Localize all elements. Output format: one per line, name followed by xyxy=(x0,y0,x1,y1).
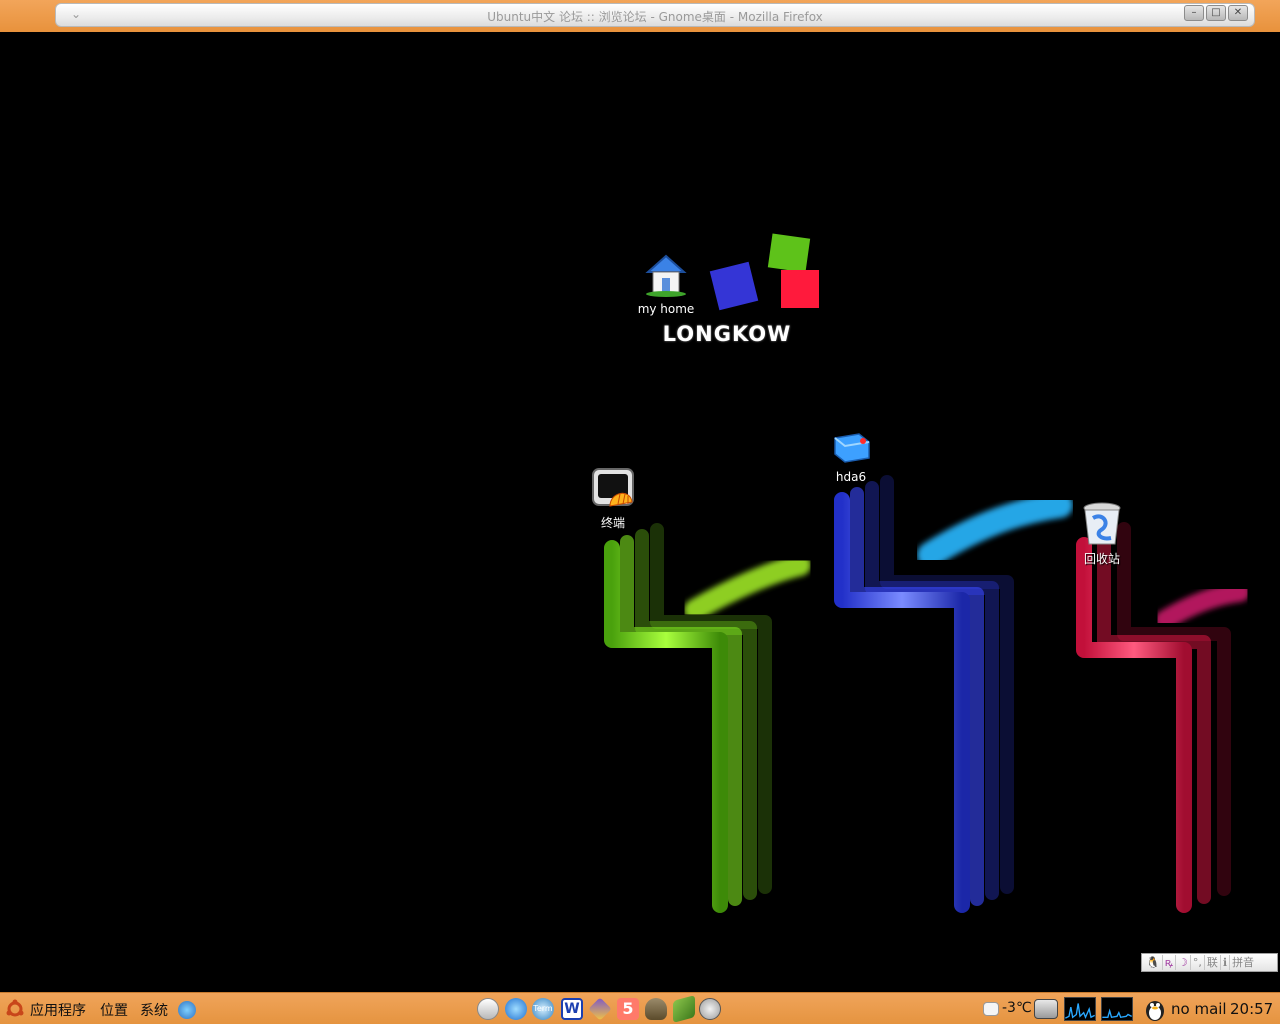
window-titlebar[interactable]: ⌄ Ubuntu中文 论坛 :: 浏览论坛 - Gnome桌面 - Mozill… xyxy=(55,3,1255,27)
files-icon[interactable] xyxy=(477,998,499,1020)
gimp-icon[interactable] xyxy=(645,998,667,1020)
browser-icon[interactable] xyxy=(505,998,527,1020)
drive-icon xyxy=(834,433,870,463)
terminal-icon xyxy=(592,468,634,507)
logo-cubes xyxy=(709,233,819,311)
minimize-button[interactable]: – xyxy=(1184,5,1204,21)
desktop-icon-label: hda6 xyxy=(835,470,867,484)
book-icon[interactable] xyxy=(673,995,695,1023)
temperature[interactable]: -3℃ xyxy=(1002,1000,1032,1016)
network-monitor-icon[interactable] xyxy=(1034,999,1058,1019)
logo-text: LONGKOW xyxy=(662,322,792,346)
bottom-panel: 应用程序 位置 系统 Term W 5 -3℃ no mail 20:57 xyxy=(0,992,1280,1024)
ime-mode-icon[interactable]: ꝶ xyxy=(1163,955,1176,970)
red-figure xyxy=(1076,522,1250,913)
desktop-icon-my-home[interactable]: my home xyxy=(626,250,706,317)
weather-icon[interactable] xyxy=(983,1002,999,1016)
ubuntu-logo-icon[interactable] xyxy=(5,999,25,1019)
ime-method-name[interactable]: 拼音 xyxy=(1230,955,1256,970)
notes-icon[interactable]: 5 xyxy=(617,998,639,1020)
window-controls: – □ ✕ xyxy=(1184,5,1248,21)
game-icon[interactable] xyxy=(588,997,612,1021)
web-browser-icon[interactable] xyxy=(178,1001,196,1019)
memory-graph[interactable] xyxy=(1101,997,1133,1021)
media-icon[interactable] xyxy=(699,998,721,1020)
penguin-icon[interactable]: 🐧 xyxy=(1144,955,1163,970)
window-title: Ubuntu中文 论坛 :: 浏览论坛 - Gnome桌面 - Mozilla … xyxy=(487,10,823,24)
menu-system[interactable]: 系统 xyxy=(140,1000,168,1020)
desktop-icon-hda6[interactable]: hda6 xyxy=(811,428,891,485)
desktop-icon-label: 回收站 xyxy=(1083,552,1120,566)
cpu-graph[interactable] xyxy=(1064,997,1096,1021)
desktop-icon-trash[interactable]: 回收站 xyxy=(1062,500,1142,567)
close-button[interactable]: ✕ xyxy=(1228,5,1248,21)
clock[interactable]: 20:57 xyxy=(1230,1000,1273,1018)
home-folder-icon xyxy=(645,254,687,297)
desktop: ⌄ Ubuntu中文 论坛 :: 浏览论坛 - Gnome桌面 - Mozill… xyxy=(0,0,1280,1024)
ime-association[interactable]: 联 xyxy=(1205,955,1221,970)
mail-status[interactable]: no mail xyxy=(1171,1000,1227,1018)
penguin-mail-icon[interactable] xyxy=(1142,996,1168,1022)
menu-applications[interactable]: 应用程序 xyxy=(30,1000,86,1020)
word-icon[interactable]: W xyxy=(561,998,583,1020)
input-method-bar[interactable]: 🐧 ꝶ ☽ °, 联 ℹ 拼音 xyxy=(1141,953,1278,972)
term-icon[interactable]: Term xyxy=(532,998,554,1020)
ime-info-icon[interactable]: ℹ xyxy=(1221,955,1231,970)
desktop-icon-label: 终端 xyxy=(600,516,625,530)
desktop-icon-terminal[interactable]: 终端 xyxy=(573,466,653,531)
green-figure xyxy=(604,523,811,913)
window-frame: ⌄ Ubuntu中文 论坛 :: 浏览论坛 - Gnome桌面 - Mozill… xyxy=(0,0,1280,32)
blue-figure xyxy=(834,475,1073,913)
desktop-icon-label: my home xyxy=(637,302,695,316)
trash-icon xyxy=(1083,502,1121,545)
maximize-button[interactable]: □ xyxy=(1206,5,1226,21)
ime-moon-icon[interactable]: ☽ xyxy=(1176,955,1191,970)
ime-punct-icon[interactable]: °, xyxy=(1191,955,1205,970)
menu-places[interactable]: 位置 xyxy=(100,1000,128,1020)
